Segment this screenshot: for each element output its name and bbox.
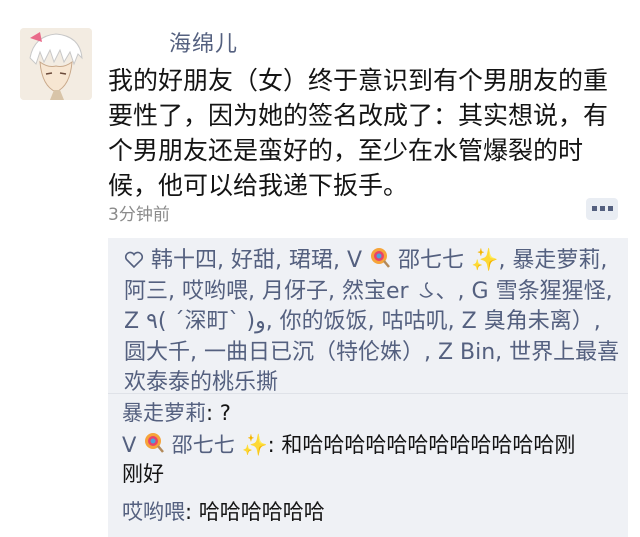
likes-names-1[interactable]: 韩十四, 好甜, 珺珺, V bbox=[151, 248, 362, 273]
post-time: 3分钟前 bbox=[108, 205, 170, 225]
comment-sep: : bbox=[267, 433, 282, 457]
post-text: 我的好朋友（女）终于意识到有个男朋友的重要性了，因为她的签名改成了：其实想说，有… bbox=[108, 66, 609, 200]
post-author-name[interactable]: 海绵儿 bbox=[169, 26, 238, 58]
comment-more-button[interactable] bbox=[586, 198, 618, 220]
comment-text: 哈哈哈哈哈哈 bbox=[198, 500, 325, 524]
sparkles-icon: ✨ bbox=[241, 433, 268, 457]
comment-item[interactable]: 暴走萝莉: ? bbox=[122, 399, 622, 428]
comment-sep: : bbox=[206, 401, 220, 425]
more-dots-icon bbox=[592, 206, 613, 211]
comment-item[interactable]: 哎哟喂: 哈哈哈哈哈哈 bbox=[122, 498, 622, 527]
comment-user[interactable]: 哎哟喂 bbox=[122, 500, 185, 524]
comment-box: 韩十四, 好甜, 珺珺, V 邵七七 ✨, 暴走萝莉, 阿三, 哎哟喂, 月伢子… bbox=[108, 238, 628, 537]
lollipop-icon bbox=[371, 248, 390, 268]
comment-user[interactable]: 邵七七 bbox=[172, 433, 235, 457]
comment-item[interactable]: V 邵七七 ✨: 和哈哈哈哈哈哈哈哈哈哈哈哈刚刚好 bbox=[122, 431, 592, 489]
likes-list: 韩十四, 好甜, 珺珺, V 邵七七 ✨, 暴走萝莉, 阿三, 哎哟喂, 月伢子… bbox=[124, 246, 624, 399]
sparkles-icon: ✨ bbox=[471, 248, 499, 273]
comment-user-prefix[interactable]: V bbox=[122, 433, 136, 457]
avatar[interactable] bbox=[20, 28, 92, 100]
comment-divider bbox=[108, 393, 628, 394]
comment-user[interactable]: 暴走萝莉 bbox=[122, 401, 206, 425]
likes-name-shaoqiqi[interactable]: 邵七七 bbox=[398, 248, 464, 273]
lollipop-icon bbox=[145, 433, 165, 453]
comment-text: ? bbox=[219, 401, 231, 425]
heart-outline-icon bbox=[124, 251, 144, 269]
swan-icon bbox=[419, 281, 433, 298]
comment-sep: : bbox=[185, 500, 199, 524]
